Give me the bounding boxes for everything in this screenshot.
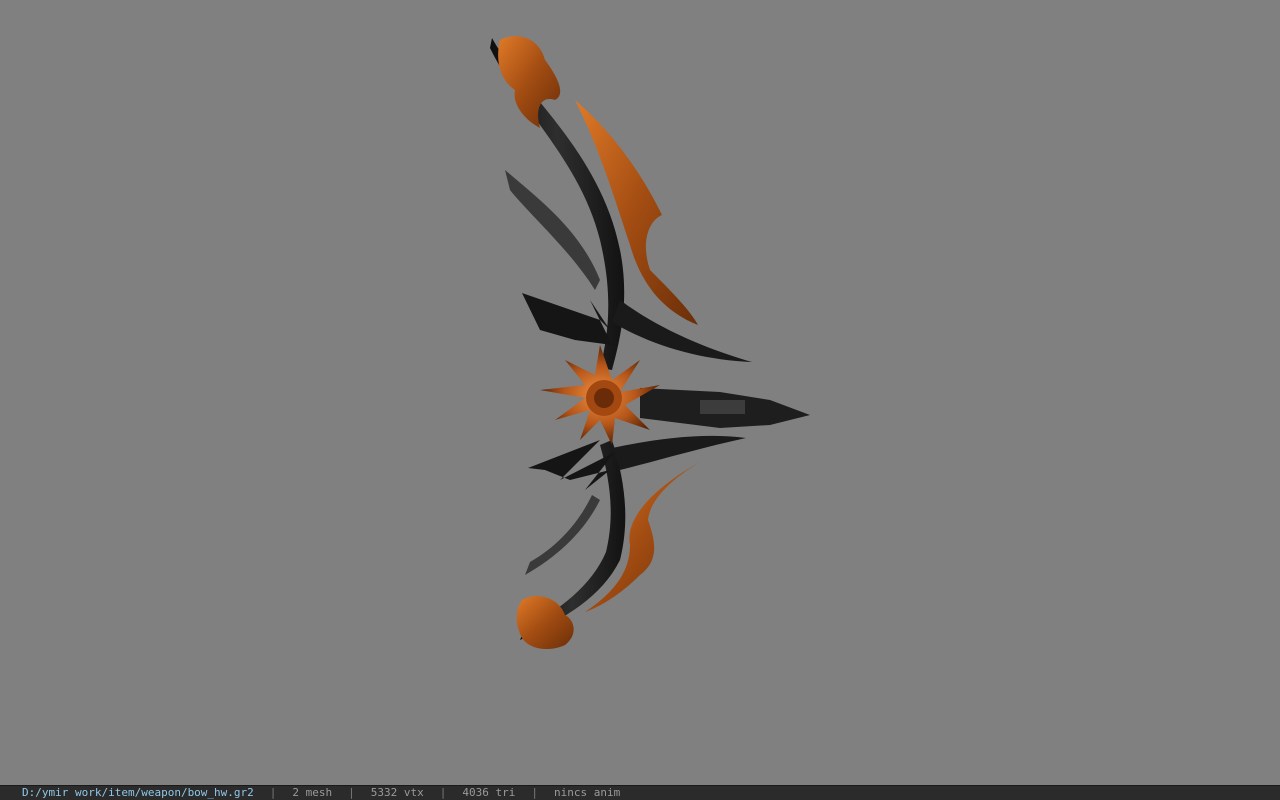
lower-blade <box>525 495 600 575</box>
grip-detail <box>700 400 745 414</box>
top-ornament <box>498 36 561 128</box>
vertex-count: 5332 vtx <box>370 786 424 799</box>
status-bar: D:/ymir work/item/weapon/bow_hw.gr2 | 2 … <box>0 785 1280 800</box>
separator: | <box>348 786 355 799</box>
lower-orange-fin <box>585 462 700 612</box>
file-path: D:/ymir work/item/weapon/bow_hw.gr2 <box>22 786 254 799</box>
separator: | <box>269 786 277 799</box>
separator: | <box>439 786 447 799</box>
lower-dark-spike <box>612 435 746 470</box>
3d-viewport[interactable] <box>0 0 1280 785</box>
anim-status: nincs anim <box>554 786 621 799</box>
center-ornament <box>540 345 660 445</box>
separator: | <box>531 786 539 799</box>
mesh-count: 2 mesh <box>292 786 333 799</box>
triangle-count: 4036 tri <box>462 786 516 799</box>
left-spikes-upper <box>522 280 612 345</box>
bow-model <box>490 36 810 650</box>
